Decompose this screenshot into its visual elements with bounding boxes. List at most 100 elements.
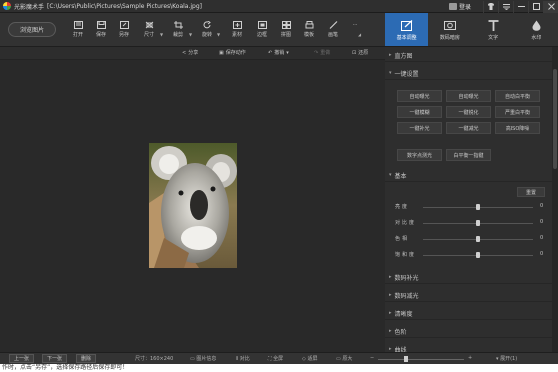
zoom-slider[interactable] bbox=[378, 359, 464, 360]
rotate-button[interactable]: 旋转 bbox=[195, 20, 219, 44]
reset-button[interactable]: 重置 bbox=[517, 187, 545, 197]
open-icon bbox=[73, 20, 83, 29]
digital-fill-light-section[interactable]: ▸ 数码补光 bbox=[385, 271, 552, 284]
shirt-icon[interactable] bbox=[483, 0, 498, 13]
collage-button[interactable]: 拼图 bbox=[274, 20, 298, 44]
slider-label: 亮度 bbox=[395, 204, 410, 210]
next-image-button[interactable]: 下一张 bbox=[42, 354, 68, 363]
delete-button[interactable]: 删除 bbox=[76, 354, 97, 363]
tab-text[interactable]: 文字 bbox=[472, 13, 515, 46]
quick-sharpen-button[interactable]: 一键锐化 bbox=[446, 106, 491, 118]
original-size-button[interactable]: ▭ 原大 bbox=[336, 355, 352, 362]
fit-screen-label: 适屏 bbox=[307, 356, 318, 362]
undo-button[interactable]: ↶ 撤销 ▾ bbox=[268, 49, 289, 57]
digital-reduce-light-section[interactable]: ▸ 数码减光 bbox=[385, 289, 552, 302]
browse-images-button[interactable]: 浏览图片 bbox=[8, 22, 56, 37]
more-label: ... bbox=[352, 21, 358, 27]
section-label: 色阶 bbox=[394, 328, 407, 336]
panel-scrollbar[interactable] bbox=[552, 47, 558, 352]
one-click-label: 一键设置 bbox=[394, 70, 419, 78]
quick-strong-white-balance-button[interactable]: 严重白平衡 bbox=[495, 106, 540, 118]
koala-photo bbox=[149, 143, 237, 268]
compare-button[interactable]: ⫴ 对比 bbox=[236, 355, 250, 362]
save-as-button[interactable]: 另存 bbox=[112, 20, 136, 44]
rotate-icon bbox=[202, 20, 212, 29]
resize-dropdown-icon[interactable]: ▼ bbox=[160, 32, 163, 37]
white-balance-picker-button[interactable]: 白平衡一指键 bbox=[446, 149, 491, 161]
redo-icon: ↷ bbox=[314, 49, 319, 56]
login-button[interactable]: 登录 bbox=[448, 2, 471, 11]
quick-reduce-light-button[interactable]: 一键减光 bbox=[446, 122, 491, 134]
zoom-slider-handle[interactable] bbox=[404, 356, 408, 362]
slider-saturation: 饱和度 0 bbox=[385, 249, 552, 261]
tab-watermark-label: 水印 bbox=[531, 34, 542, 41]
one-click-section[interactable]: ▾ 一键设置 bbox=[385, 67, 552, 80]
image-info-button[interactable]: ▭ 图片信息 bbox=[190, 355, 216, 362]
quick-iso-denoise-button[interactable]: 高ISO降噪 bbox=[495, 122, 540, 134]
basic-section[interactable]: ▾ 基本 bbox=[385, 169, 552, 182]
file-path: [C:\Users\Public\Pictures\Sample Picture… bbox=[47, 2, 203, 10]
login-label: 登录 bbox=[458, 4, 471, 11]
save-action-button[interactable]: ▣ 保存动作 bbox=[219, 49, 246, 57]
menu-icon[interactable] bbox=[498, 0, 513, 13]
open-button[interactable]: 打开 bbox=[66, 20, 90, 44]
crop-icon bbox=[173, 20, 183, 29]
image-canvas[interactable] bbox=[0, 60, 385, 352]
histogram-section[interactable]: ▸ 直方图 bbox=[385, 49, 552, 62]
expand-icon: ▸ bbox=[389, 274, 392, 280]
collage-label: 拼图 bbox=[280, 32, 291, 38]
quick-blur-button[interactable]: 一键模糊 bbox=[397, 106, 442, 118]
clarity-section[interactable]: ▸ 清晰度 bbox=[385, 307, 552, 320]
image-size: 尺寸：160×240 bbox=[135, 356, 174, 362]
rotate-dropdown-icon[interactable]: ▼ bbox=[217, 32, 220, 37]
fullscreen-button[interactable]: ⛶ 全屏 bbox=[268, 355, 283, 362]
redo-button[interactable]: ↷ 重做 bbox=[314, 49, 330, 57]
close-icon[interactable] bbox=[543, 0, 558, 13]
zoom-in-button[interactable]: + bbox=[468, 355, 472, 361]
quick-auto-exposure-2-button[interactable]: 自动曝光 bbox=[446, 90, 491, 102]
expand-icon: ▸ bbox=[389, 328, 392, 334]
maximize-icon[interactable] bbox=[528, 0, 543, 13]
template-button[interactable]: 模板 bbox=[297, 20, 321, 44]
quick-fill-light-button[interactable]: 一键补光 bbox=[397, 122, 442, 134]
more-button[interactable]: ... bbox=[343, 20, 367, 44]
quick-auto-white-balance-button[interactable]: 自动白平衡 bbox=[495, 90, 540, 102]
tab-basic-adjust[interactable]: 基本调整 bbox=[385, 13, 429, 46]
section-label: 数码补光 bbox=[394, 274, 419, 282]
material-button[interactable]: 素材 bbox=[225, 20, 249, 44]
rotate-label: 旋转 bbox=[201, 32, 212, 38]
levels-section[interactable]: ▸ 色阶 bbox=[385, 325, 552, 338]
expand-filmstrip-button[interactable]: ▾ 展开(1) bbox=[496, 355, 517, 362]
slider-handle[interactable] bbox=[476, 220, 480, 226]
slider-value: 0 bbox=[540, 219, 544, 225]
undo-dropdown-icon: ▾ bbox=[286, 49, 289, 56]
minimize-icon[interactable] bbox=[513, 0, 528, 13]
share-button[interactable]: < 分享 bbox=[182, 49, 198, 57]
zoom-out-button[interactable]: − bbox=[370, 355, 374, 361]
save-button[interactable]: 保存 bbox=[89, 20, 113, 44]
brush-button[interactable]: 画笔 bbox=[321, 20, 345, 44]
restore-button[interactable]: ⊡ 还原 bbox=[352, 49, 368, 57]
slider-handle[interactable] bbox=[476, 236, 480, 242]
border-button[interactable]: 边框 bbox=[250, 20, 274, 44]
more-dropdown-icon[interactable]: ◢ bbox=[358, 32, 361, 37]
crop-button[interactable]: 裁剪 bbox=[166, 20, 190, 44]
slider-handle[interactable] bbox=[476, 204, 480, 210]
action-bar: < 分享 ▣ 保存动作 ↶ 撤销 ▾ ↷ 重做 ⊡ 还原 bbox=[0, 47, 385, 60]
template-label: 模板 bbox=[303, 32, 314, 38]
save-label: 保存 bbox=[95, 32, 106, 38]
crop-dropdown-icon[interactable]: ▼ bbox=[189, 32, 192, 37]
tab-darkroom[interactable]: 数码暗房 bbox=[428, 13, 471, 46]
quick-auto-exposure-button[interactable]: 自动曝光 bbox=[397, 90, 442, 102]
spot-metering-button[interactable]: 数字点测光 bbox=[397, 149, 442, 161]
expand-icon: ▸ bbox=[389, 310, 392, 316]
scrollbar-thumb[interactable] bbox=[553, 69, 557, 169]
tab-watermark[interactable]: 水印 bbox=[515, 13, 558, 46]
crop-label: 裁剪 bbox=[172, 32, 183, 38]
prev-image-button[interactable]: 上一张 bbox=[9, 354, 35, 363]
save-as-label: 另存 bbox=[118, 32, 129, 38]
basic-label: 基本 bbox=[394, 172, 407, 180]
fit-screen-button[interactable]: ◇ 适屏 bbox=[302, 355, 317, 362]
slider-handle[interactable] bbox=[476, 252, 480, 258]
resize-button[interactable]: 尺寸 bbox=[137, 20, 161, 44]
